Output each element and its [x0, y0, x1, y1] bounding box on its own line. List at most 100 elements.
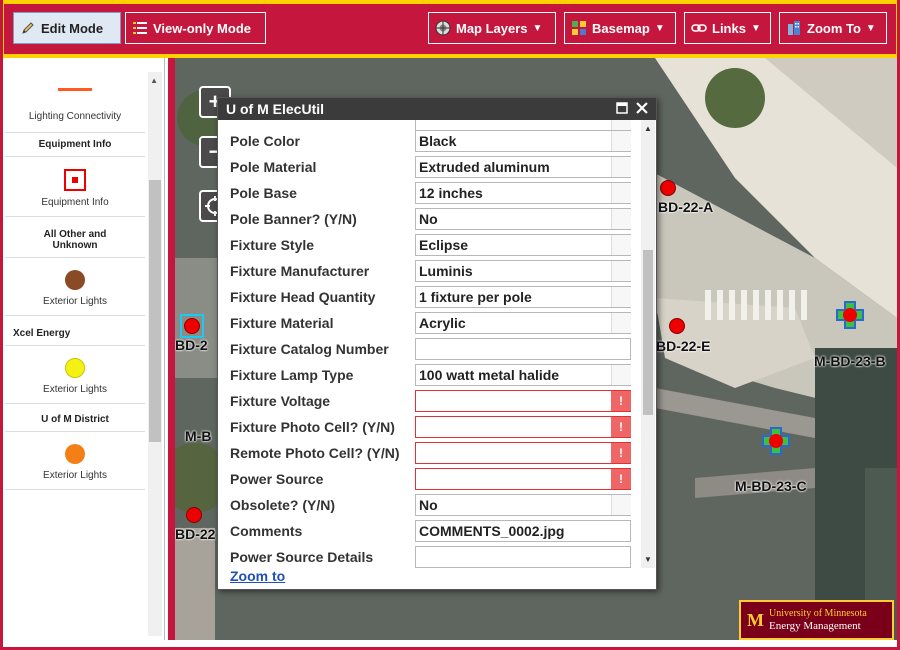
field-label: Pole Color [230, 133, 301, 149]
form-row-comments: Comments COMMENTS_0002.jpg [218, 518, 642, 544]
scroll-up-arrow-icon[interactable]: ▲ [150, 76, 158, 85]
field-dropdown[interactable] [611, 261, 631, 281]
popup-title-bar: U of M ElecUtil [218, 98, 656, 120]
form-row-fixture-material: Fixture Material Acrylic [218, 310, 642, 336]
pole-color-field[interactable]: Black [415, 130, 631, 152]
links-button[interactable]: Links ▼ [684, 12, 771, 44]
legend-item-exterior-lights-yellow: Exterior Lights [5, 346, 145, 404]
map-label: M-BD-23-C [735, 478, 807, 494]
legend-group-xcel: Xcel Energy [5, 316, 145, 346]
required-warning-icon[interactable]: ! [611, 391, 631, 411]
field-label: Pole Base [230, 185, 297, 201]
field-label: Fixture Photo Cell? (Y/N) [230, 419, 395, 435]
scroll-up-arrow-icon[interactable]: ▲ [644, 124, 652, 133]
highlight-box [180, 314, 204, 338]
legend-group-heading: Xcel Energy [13, 328, 71, 339]
close-icon[interactable] [636, 101, 648, 118]
field-dropdown[interactable] [611, 313, 631, 333]
form-row-fixture-lamp-type: Fixture Lamp Type 100 watt metal halide [218, 362, 642, 388]
fixture-manufacturer-field[interactable]: Luminis [415, 260, 631, 282]
umn-m-logo-icon: M [747, 609, 764, 630]
map-label: M-BD-23-B [814, 353, 886, 369]
obsolete-field[interactable]: No [415, 494, 631, 516]
required-warning-icon[interactable]: ! [611, 443, 631, 463]
remote-photo-cell-field[interactable] [415, 442, 631, 464]
map-label: BD-22-E [656, 338, 711, 354]
comments-field[interactable]: COMMENTS_0002.jpg [415, 520, 631, 542]
legend-group-all-other: All Other and Unknown [5, 217, 145, 258]
popup-scrollbar[interactable]: ▲ ▼ [641, 120, 655, 568]
list-icon [132, 20, 148, 36]
legend-label: Lighting Connectivity [28, 111, 122, 122]
legend-group-heading: All Other and Unknown [43, 229, 107, 251]
zoom-to-button[interactable]: Zoom To ▼ [779, 12, 887, 44]
required-warning-icon[interactable]: ! [611, 469, 631, 489]
pole-base-field[interactable]: 12 inches [415, 182, 631, 204]
legend-group-heading: Equipment Info [38, 139, 112, 150]
chain-link-icon [691, 20, 707, 36]
map-layers-label: Map Layers [456, 20, 528, 36]
pole-material-field[interactable]: Extruded aluminum [415, 156, 631, 178]
zoom-to-link[interactable]: Zoom to [230, 568, 285, 584]
selected-light-pole-marker[interactable] [835, 300, 865, 330]
pole-banner-field[interactable]: No [415, 208, 631, 230]
field-dropdown[interactable] [611, 131, 631, 151]
field-label: Remote Photo Cell? (Y/N) [230, 445, 400, 461]
legend-item-equipment-info: Equipment Info [5, 157, 145, 217]
legend-scroll-thumb[interactable] [149, 180, 161, 442]
form-row-power-source: Power Source ! [218, 466, 642, 492]
basemap-button[interactable]: Basemap ▼ [564, 12, 676, 44]
field-dropdown[interactable] [611, 183, 631, 203]
basemap-grid-icon [571, 20, 587, 36]
fixture-voltage-field[interactable] [415, 390, 631, 412]
field-dropdown[interactable] [611, 365, 631, 385]
form-row-fixture-style: Fixture Style Eclipse [218, 232, 642, 258]
zoom-to-label: Zoom To [807, 20, 861, 36]
edit-mode-button[interactable]: Edit Mode [13, 12, 121, 44]
orange-dot-symbol [65, 444, 85, 464]
legend-label: Exterior Lights [43, 296, 107, 307]
form-row-pole-banner: Pole Banner? (Y/N) No [218, 206, 642, 232]
field-dropdown[interactable] [611, 209, 631, 229]
pencil-icon [20, 20, 36, 36]
fixture-material-field[interactable]: Acrylic [415, 312, 631, 334]
legend-label: Exterior Lights [43, 384, 107, 395]
feature-popup: U of M ElecUtil Pole Color Black Pole Ma… [217, 97, 657, 590]
field-dropdown[interactable] [611, 495, 631, 515]
legend-item-exterior-lights-orange: Exterior Lights [5, 432, 145, 490]
power-source-field[interactable] [415, 468, 631, 490]
view-only-mode-button[interactable]: View-only Mode [125, 12, 266, 44]
fixture-lamp-type-field[interactable]: 100 watt metal halide [415, 364, 631, 386]
light-pole-marker[interactable] [186, 507, 202, 523]
legend-scrollbar[interactable] [148, 72, 162, 636]
fixture-head-quantity-field[interactable]: 1 fixture per pole [415, 286, 631, 308]
field-dropdown[interactable] [611, 235, 631, 255]
light-pole-marker[interactable] [669, 318, 685, 334]
form-row-fixture-photo-cell: Fixture Photo Cell? (Y/N) ! [218, 414, 642, 440]
legend-item-exterior-lights-brown: Exterior Lights [5, 258, 145, 316]
form-row-pole-color: Pole Color Black [218, 128, 642, 154]
light-pole-marker[interactable] [660, 180, 676, 196]
brown-dot-symbol [65, 270, 85, 290]
popup-scroll-thumb[interactable] [643, 250, 653, 415]
field-label: Comments [230, 523, 303, 539]
selected-light-pole-marker[interactable] [761, 426, 791, 456]
links-label: Links [712, 20, 746, 36]
power-source-details-field[interactable] [415, 546, 631, 568]
fixture-catalog-number-field[interactable] [415, 338, 631, 360]
basemap-label: Basemap [592, 20, 650, 36]
field-label: Fixture Catalog Number [230, 341, 389, 357]
layers-icon [435, 20, 451, 36]
toolbar: Edit Mode View-only Mode Map Layers ▼ Ba… [0, 0, 900, 58]
attribute-form: Pole Color Black Pole Material Extruded … [218, 120, 642, 568]
field-dropdown[interactable] [611, 157, 631, 177]
required-warning-icon[interactable]: ! [611, 417, 631, 437]
form-row-pole-base: Pole Base 12 inches [218, 180, 642, 206]
map-layers-button[interactable]: Map Layers ▼ [428, 12, 556, 44]
field-dropdown[interactable] [611, 287, 631, 307]
fixture-style-field[interactable]: Eclipse [415, 234, 631, 256]
scroll-down-arrow-icon[interactable]: ▼ [644, 555, 652, 564]
maximize-icon[interactable] [616, 101, 628, 118]
field-label: Power Source Details [230, 549, 374, 565]
fixture-photo-cell-field[interactable] [415, 416, 631, 438]
